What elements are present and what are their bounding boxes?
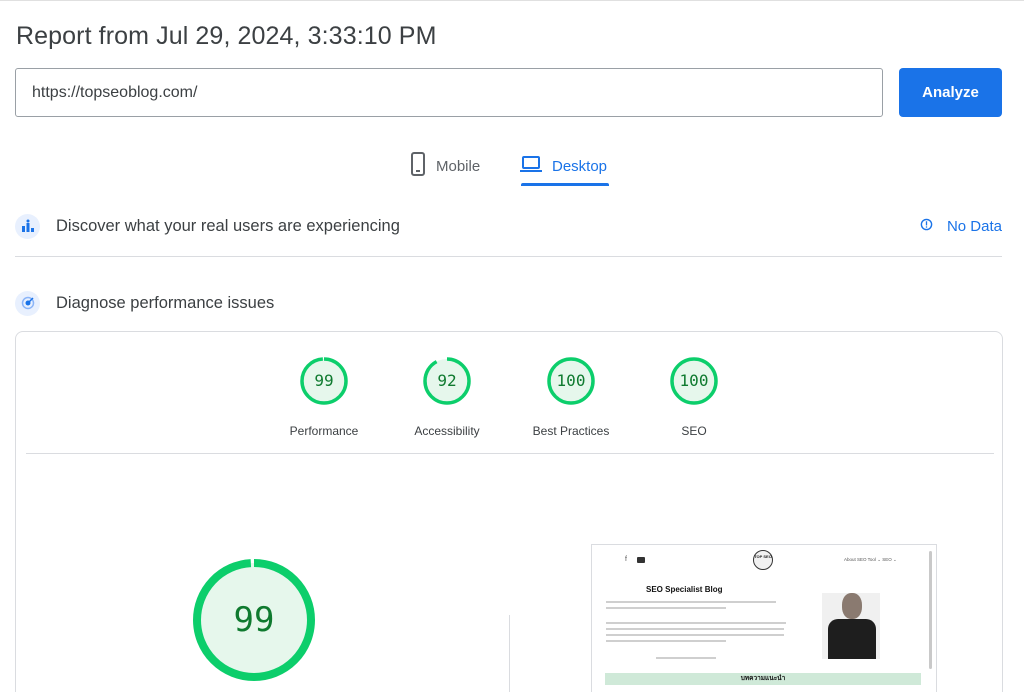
score-value: 100 — [556, 371, 586, 390]
metrics-divider — [509, 615, 510, 692]
performance-big-gauge: 99 — [192, 558, 316, 682]
preview-section-bar: บทความแนะนำ — [605, 673, 921, 685]
preview-text-line — [606, 601, 776, 603]
preview-logo: TOP SEO — [753, 550, 773, 570]
preview-nav: f TOP SEO About SEO Tool ⌄ SEO ⌄ — [592, 545, 936, 575]
no-data-label: No Data — [946, 217, 1002, 235]
preview-text-line — [656, 657, 716, 659]
preview-text-line — [606, 607, 726, 609]
score-gauge-performance[interactable]: 99 Performance — [269, 356, 379, 438]
score-ring: 100 — [546, 356, 596, 406]
preview-text-line — [606, 628, 784, 630]
score-gauge-accessibility[interactable]: 92 Accessibility — [392, 356, 502, 438]
score-value: 99 — [314, 371, 334, 390]
diagnose-icon — [15, 290, 40, 316]
score-value: 92 — [437, 371, 457, 390]
score-value: 100 — [679, 371, 709, 390]
lighthouse-report-card: 99 Performance 92 Accessibility 100 Best… — [15, 331, 1003, 692]
score-label: Accessibility — [414, 424, 480, 438]
facebook-icon: f — [625, 556, 627, 563]
preview-nav-links: About SEO Tool ⌄ SEO ⌄ — [844, 557, 897, 562]
score-ring: 99 — [299, 356, 349, 406]
top-border — [0, 0, 1024, 4]
score-label: Performance — [289, 424, 359, 438]
score-ring: 100 — [669, 356, 719, 406]
laptop-icon — [520, 155, 542, 177]
info-icon — [920, 218, 933, 235]
card-divider — [26, 453, 994, 454]
tab-mobile-label: Mobile — [436, 157, 481, 175]
author-head — [842, 593, 862, 619]
users-experience-icon — [15, 213, 40, 239]
youtube-icon — [637, 557, 645, 563]
tab-desktop[interactable]: Desktop — [520, 145, 607, 187]
active-tab-indicator — [521, 183, 609, 186]
preview-heading: SEO Specialist Blog — [646, 585, 723, 594]
analyze-button[interactable]: Analyze — [899, 68, 1002, 117]
no-data-link[interactable]: No Data — [920, 218, 1002, 235]
diagnose-title: Diagnose performance issues — [56, 293, 275, 312]
section-divider — [15, 256, 1002, 257]
discover-title: Discover what your real users are experi… — [56, 216, 400, 235]
preview-text-line — [606, 622, 786, 624]
score-ring: 92 — [422, 356, 472, 406]
score-label: SEO — [681, 424, 707, 438]
url-input[interactable] — [15, 68, 883, 117]
tab-mobile[interactable]: Mobile — [410, 145, 480, 187]
score-gauge-best-practices[interactable]: 100 Best Practices — [516, 356, 626, 438]
diagnose-section-header: Diagnose performance issues — [15, 289, 1002, 317]
page-title: Report from Jul 29, 2024, 3:33:10 PM — [16, 22, 437, 50]
discover-section-header: Discover what your real users are experi… — [15, 212, 1002, 240]
author-photo — [822, 593, 880, 659]
preview-scrollbar — [929, 551, 932, 669]
preview-text-line — [606, 640, 726, 642]
author-body — [828, 619, 876, 659]
performance-big-score: 99 — [233, 600, 275, 640]
tab-desktop-label: Desktop — [552, 157, 608, 175]
preview-text-line — [606, 634, 784, 636]
score-gauge-seo[interactable]: 100 SEO — [639, 356, 749, 438]
smartphone-icon — [410, 152, 426, 180]
page-screenshot-preview: f TOP SEO About SEO Tool ⌄ SEO ⌄ SEO Spe… — [591, 544, 937, 692]
score-label: Best Practices — [532, 424, 610, 438]
